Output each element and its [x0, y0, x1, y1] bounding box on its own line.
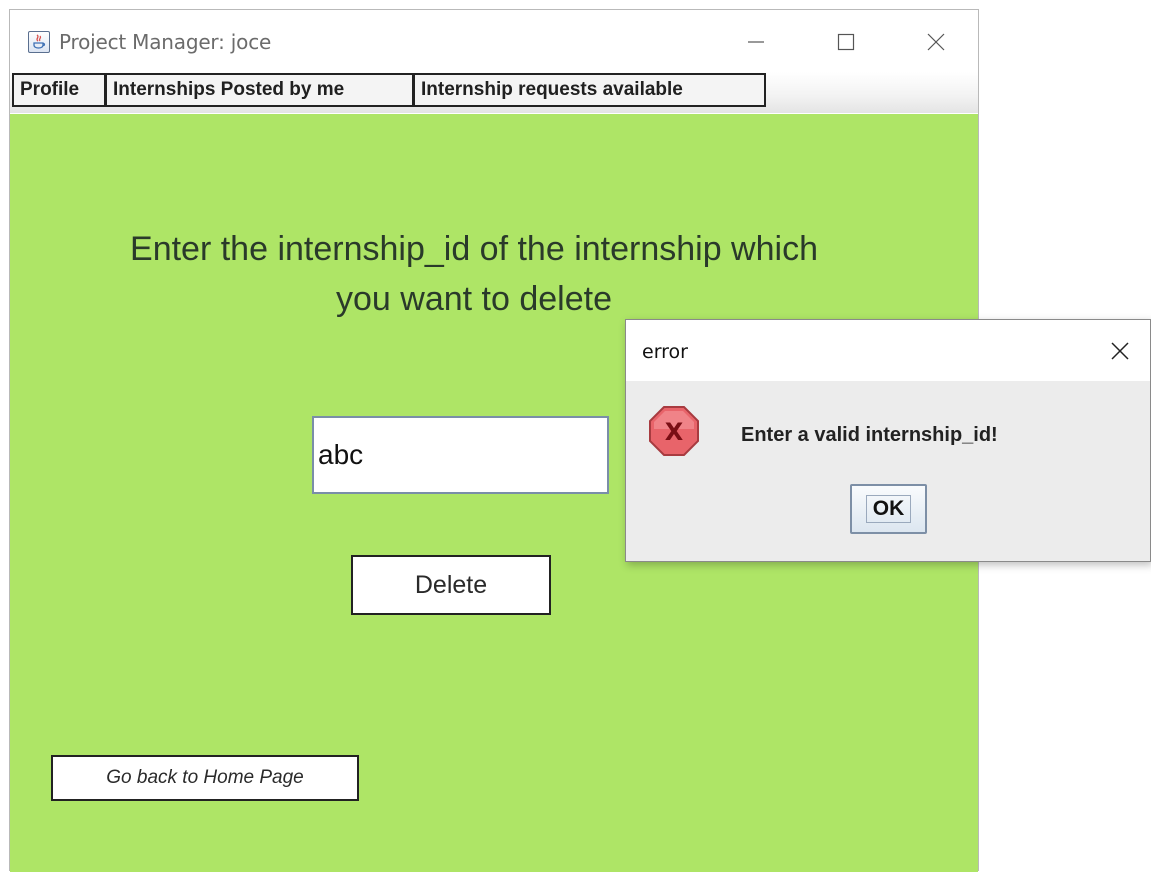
prompt-line-2: you want to delete: [336, 280, 612, 318]
window-titlebar[interactable]: Project Manager: joce: [10, 10, 978, 72]
close-icon: [927, 33, 945, 51]
error-dialog: error X Enter a valid internship_id! OK: [625, 319, 1151, 562]
dialog-titlebar[interactable]: error: [626, 320, 1150, 381]
delete-button[interactable]: Delete: [351, 555, 551, 615]
tab-internship-requests[interactable]: Internship requests available: [413, 73, 766, 107]
close-window-button[interactable]: [913, 22, 959, 62]
java-app-icon: [28, 31, 50, 53]
internship-id-input[interactable]: [312, 416, 609, 494]
tab-internships-posted[interactable]: Internships Posted by me: [105, 73, 414, 107]
go-home-button[interactable]: Go back to Home Page: [51, 755, 359, 801]
dialog-message: Enter a valid internship_id!: [741, 424, 998, 446]
window-title: Project Manager: joce: [59, 30, 272, 54]
ok-button-label: OK: [866, 495, 911, 523]
ok-button[interactable]: OK: [850, 484, 927, 534]
error-icon: X: [648, 405, 700, 457]
minimize-button[interactable]: [733, 22, 779, 62]
prompt-line-1: Enter the internship_id of the internshi…: [130, 230, 818, 268]
tab-profile[interactable]: Profile: [12, 73, 106, 107]
maximize-button[interactable]: [823, 22, 869, 62]
minimize-icon: [748, 41, 764, 43]
tab-bar: Profile Internships Posted by me Interns…: [10, 72, 978, 113]
close-icon: [1111, 342, 1129, 360]
maximize-icon: [837, 33, 855, 51]
dialog-title: error: [642, 341, 688, 363]
svg-text:X: X: [665, 418, 684, 446]
delete-prompt: Enter the internship_id of the internshi…: [10, 224, 938, 324]
dialog-close-button[interactable]: [1096, 332, 1142, 372]
